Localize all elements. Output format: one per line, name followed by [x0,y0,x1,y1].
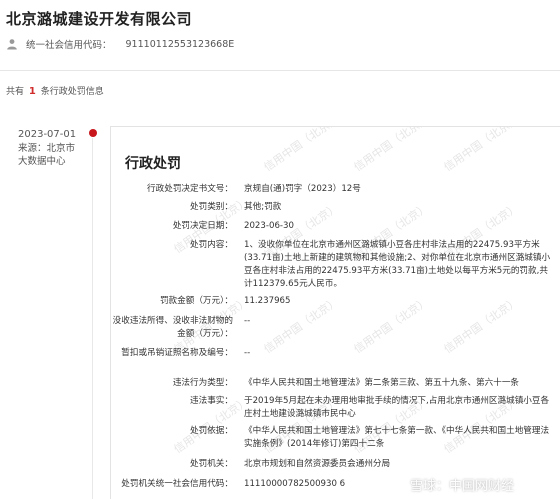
penalty-card: 信用中国（北京） 信用中国（北京） 信用中国（北京） 信用中国（北京） 信用中国… [110,126,560,499]
detail-label: 处罚内容： [190,240,233,250]
detail-value: 《中华人民共和国土地管理法》第七十七条第一款、《中华人民共和国土地管理法实施条例… [244,426,550,449]
record-source-label: 来源： [18,143,47,154]
user-icon [7,39,17,50]
snowball-logo-icon [390,476,406,493]
record-count-prefix: 共有 [6,87,25,97]
timeline-line [92,138,93,499]
detail-value: 其他;罚款 [244,202,282,212]
credit-code-label: 统一社会信用代码： [26,40,112,51]
detail-label: 处罚机关统一社会信用代码： [121,479,233,489]
detail-label: 暂扣或吊销证照名称及编号： [121,348,233,358]
detail-label: 处罚决定日期： [172,221,233,231]
detail-label: 违法行为类型： [172,378,233,388]
detail-label: 处罚机关： [190,459,233,469]
detail-label: 罚款金额（万元）： [159,296,233,306]
record-count: 共有 1 条行政处罚信息 [6,84,104,97]
card-title: 行政处罚 [125,156,181,172]
brand-watermark: 雪球：中国网财经 [390,475,514,494]
detail-value: -- [244,348,251,358]
timeline-dot [89,129,97,137]
company-name: 北京潞城建设开发有限公司 [6,10,193,28]
detail-value: 京规自(通)罚字（2023）12号 [244,184,361,194]
credit-code-row: 统一社会信用代码： 91110112553123668E [6,36,234,52]
detail-value: 11.237965 [244,296,291,306]
record-source-value: 北京市 [46,143,76,154]
detail-label: 行政处罚决定书文号： [147,184,233,194]
record-source: 来源：北京市 [18,142,88,155]
detail-value: 《中华人民共和国土地管理法》第二条第三款、第五十九条、第六十一条 [244,378,520,388]
detail-value: 2023-06-30 [244,221,294,231]
watermark: 信用中国（北京） [351,126,432,174]
record-source-value-2: 大数据中心 [18,156,66,167]
watermark: 信用中国（北京） [441,126,522,174]
detail-value: -- [244,316,251,326]
record-date: 2023-07-01 [18,129,77,140]
divider [0,70,560,71]
credit-code-value: 91110112553123668E [125,38,235,50]
record-count-number: 1 [28,86,36,97]
detail-label: 没收违法所得、没收非法财物的金额（万元）： [112,316,233,339]
record-count-suffix: 条行政处罚信息 [40,87,104,97]
detail-value: 于2019年5月起在未办理用地审批手续的情况下,占用北京市通州区潞城镇小豆各庄村… [244,396,550,419]
timeline-meta: 2023-07-01 来源：北京市 大数据中心 [18,128,88,168]
brand-text: 雪球：中国网财经 [410,479,515,494]
watermark: 信用中国（北京） [261,126,342,174]
detail-value: 1、没收你单位在北京市通州区潞城镇小豆各庄村非法占用的22475.93平方米(3… [244,240,551,289]
detail-label: 处罚类别： [190,202,233,212]
detail-label: 违法事实： [190,396,233,406]
detail-label: 处罚依据： [190,426,233,436]
detail-value: 北京市规划和自然资源委员会通州分局 [244,459,391,469]
